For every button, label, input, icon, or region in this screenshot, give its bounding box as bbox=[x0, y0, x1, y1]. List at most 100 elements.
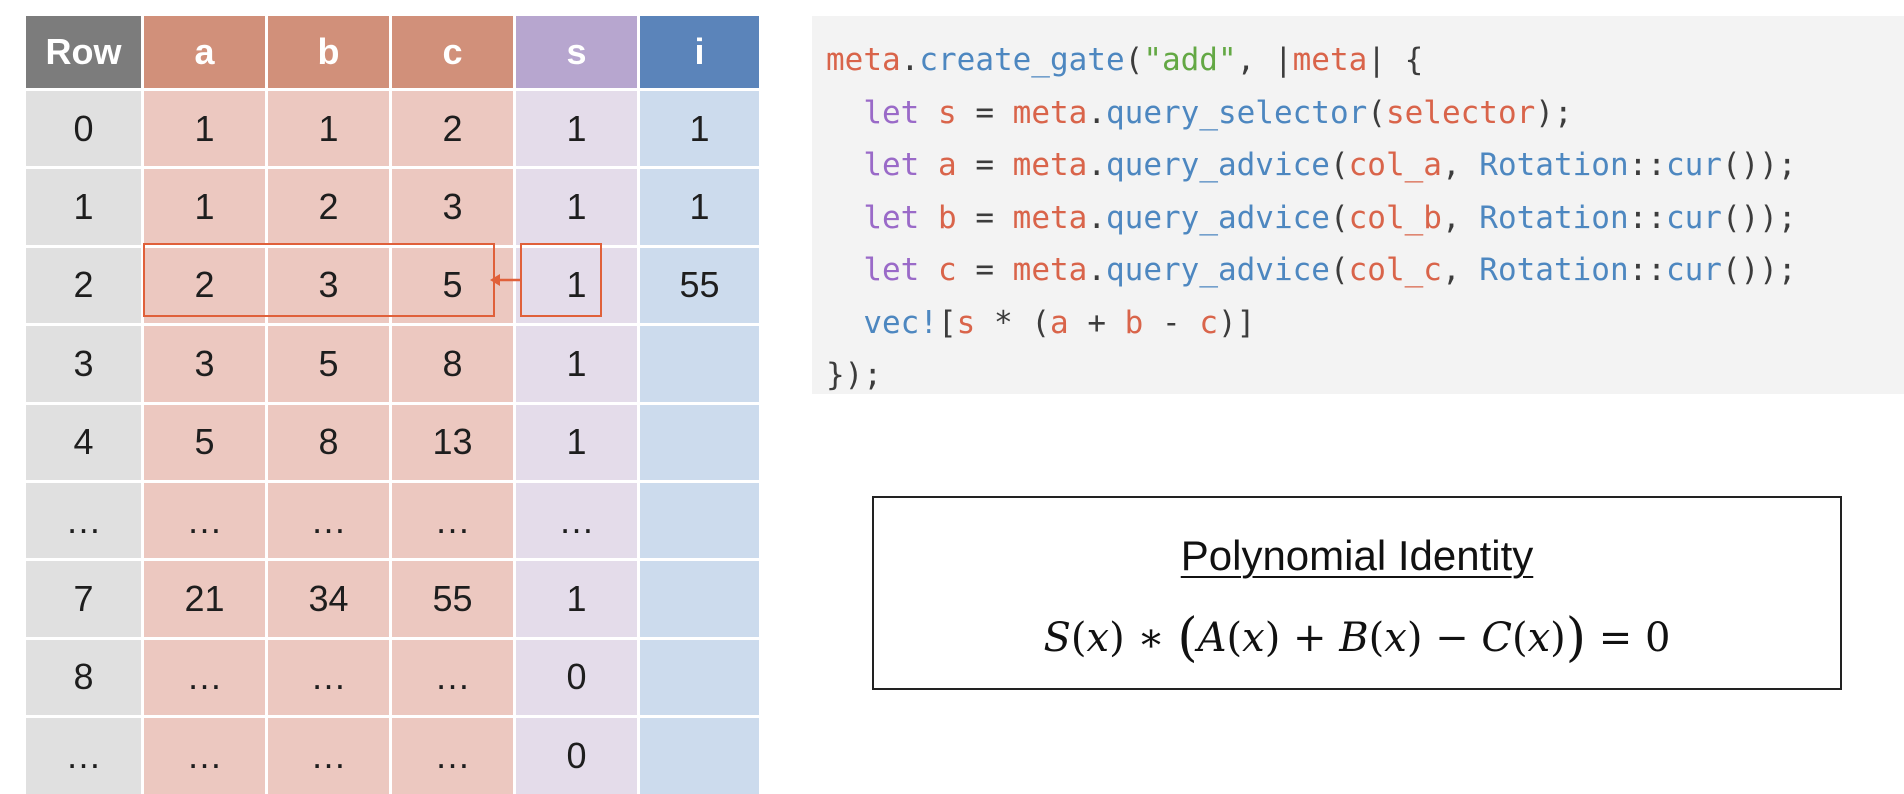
code-token: query_advice bbox=[1106, 199, 1330, 236]
code-line: let b = meta.query_advice(col_b, Rotatio… bbox=[826, 192, 1904, 245]
code-token: selector bbox=[1385, 94, 1536, 131]
cell-b: 8 bbox=[268, 404, 389, 480]
create-gate-code-block: meta.create_gate("add", |meta| { let s =… bbox=[812, 16, 1904, 394]
code-token: create_gate bbox=[919, 42, 1125, 78]
code-token: [ bbox=[937, 304, 957, 341]
code-token: - bbox=[1143, 304, 1200, 341]
cell-a: 3 bbox=[144, 326, 265, 402]
cell-b: 5 bbox=[268, 326, 389, 402]
code-token: , bbox=[1441, 147, 1480, 183]
code-token: * ( bbox=[975, 304, 1050, 341]
code-token: Rotation bbox=[1479, 252, 1629, 288]
code-token: , bbox=[1441, 199, 1480, 236]
code-token: ()); bbox=[1721, 252, 1797, 288]
cell-c: 8 bbox=[392, 326, 513, 402]
cell-a: … bbox=[144, 718, 265, 794]
cell-b: … bbox=[268, 718, 389, 794]
cell-row: 2 bbox=[26, 247, 141, 324]
fibonacci-circuit-table: Row a b c s i 0 1 1 2 1 1 1 1 2 3 1 1 2 2 3 5 1 55 3 3 5 8 1 4 5 8 13 1……… bbox=[26, 16, 759, 794]
code-line: meta.create_gate("add", |meta| { bbox=[826, 34, 1904, 87]
cell-i: 1 bbox=[640, 169, 759, 245]
header-row: Row bbox=[26, 16, 141, 88]
code-token: }); bbox=[826, 357, 882, 393]
header-i: i bbox=[640, 16, 759, 88]
cell-a: 5 bbox=[144, 404, 265, 480]
header-c: c bbox=[392, 16, 513, 88]
code-token: c bbox=[1199, 304, 1218, 341]
identity-title: Polynomial Identity bbox=[1180, 532, 1534, 579]
code-token: = bbox=[956, 252, 1013, 288]
cell-i bbox=[640, 404, 759, 480]
cell-i: 55 bbox=[640, 247, 759, 324]
code-token: s bbox=[938, 94, 957, 131]
code-token: ( bbox=[1124, 42, 1144, 78]
code-token: ( bbox=[1367, 94, 1386, 131]
header-b: b bbox=[268, 16, 389, 88]
cell-c: … bbox=[392, 718, 513, 794]
advice-row-highlight bbox=[143, 243, 495, 317]
cell-i bbox=[640, 561, 759, 637]
code-token: a bbox=[938, 147, 957, 183]
code-token: cur bbox=[1665, 199, 1722, 236]
cell-c: 3 bbox=[392, 169, 513, 245]
cell-c: 2 bbox=[392, 91, 513, 167]
code-token: let bbox=[863, 252, 920, 288]
cell-i bbox=[640, 326, 759, 402]
code-token: = bbox=[956, 147, 1013, 183]
cell-c: 55 bbox=[392, 561, 513, 637]
cell-c: … bbox=[392, 482, 513, 559]
code-token: :: bbox=[1628, 252, 1666, 288]
code-token: query_advice bbox=[1106, 252, 1330, 288]
code-token: + bbox=[1068, 304, 1125, 341]
code-token: b bbox=[1124, 304, 1144, 341]
code-token: ()); bbox=[1721, 199, 1797, 236]
code-token: meta bbox=[1292, 42, 1368, 78]
code-token: , | bbox=[1236, 42, 1293, 78]
cell-row: 8 bbox=[26, 639, 141, 716]
cell-b: 34 bbox=[268, 561, 389, 637]
cell-i bbox=[640, 639, 759, 716]
code-token: . bbox=[1087, 252, 1106, 288]
code-token: col_c bbox=[1348, 252, 1442, 288]
code-token: col_a bbox=[1348, 147, 1442, 183]
cell-row: 4 bbox=[26, 404, 141, 480]
code-token: . bbox=[1087, 94, 1106, 131]
cell-s: 1 bbox=[516, 169, 637, 245]
code-token: . bbox=[900, 42, 920, 78]
code-token: meta bbox=[1012, 147, 1088, 183]
cell-a: 1 bbox=[144, 91, 265, 167]
cell-a: … bbox=[144, 482, 265, 559]
code-token: b bbox=[938, 199, 957, 236]
code-token: | { bbox=[1367, 42, 1424, 78]
code-token: meta bbox=[1012, 199, 1088, 236]
polynomial-identity-box: Polynomial Identity S(x) ∗ (A(x) + B(x) … bbox=[872, 496, 1842, 690]
code-token: Rotation bbox=[1479, 199, 1629, 236]
code-token: query_selector bbox=[1106, 94, 1368, 131]
code-line: let s = meta.query_selector(selector); bbox=[826, 87, 1904, 140]
cell-row: 7 bbox=[26, 561, 141, 637]
code-line: }); bbox=[826, 349, 1904, 402]
code-token: ( bbox=[1329, 252, 1349, 288]
code-token: cur bbox=[1665, 252, 1722, 288]
code-token: )] bbox=[1218, 304, 1256, 341]
code-token: . bbox=[1087, 147, 1106, 183]
cell-row: 3 bbox=[26, 326, 141, 402]
code-token: "add" bbox=[1143, 42, 1237, 78]
code-token: ( bbox=[1329, 199, 1349, 236]
cell-s: 0 bbox=[516, 639, 637, 716]
cell-i bbox=[640, 482, 759, 559]
cell-s: 1 bbox=[516, 561, 637, 637]
cell-s: 1 bbox=[516, 326, 637, 402]
cell-row: … bbox=[26, 718, 141, 794]
cell-s: 1 bbox=[516, 404, 637, 480]
identity-formula: S(x) ∗ (A(x) + B(x) − C(x)) = 0 bbox=[1043, 608, 1671, 668]
code-token: meta bbox=[826, 42, 901, 78]
code-token: ( bbox=[1329, 147, 1349, 183]
cell-b: … bbox=[268, 482, 389, 559]
